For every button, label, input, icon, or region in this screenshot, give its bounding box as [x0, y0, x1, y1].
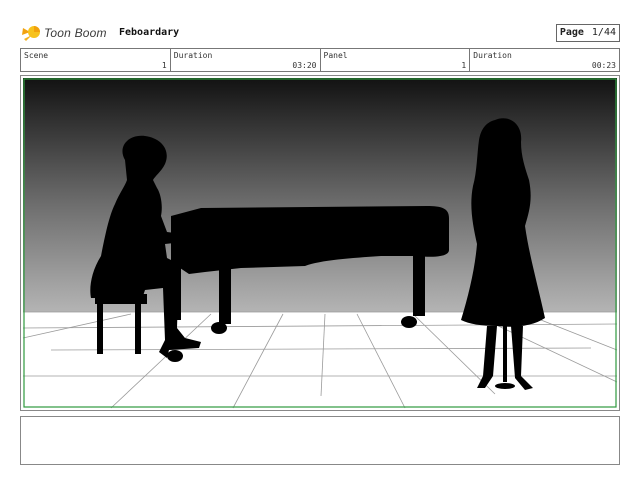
- panel-artwork: [22, 78, 618, 409]
- brand-name: Toon Boom: [44, 26, 107, 40]
- page-number: 1/44: [591, 27, 616, 38]
- page-label: Page: [559, 27, 584, 38]
- panel-info-table: Scene 1 Duration 03:20 Panel 1 Duration …: [20, 48, 620, 72]
- storyboard-panel: [20, 75, 620, 411]
- scene-duration-label: Duration: [173, 51, 213, 60]
- scene-value: 1: [161, 61, 167, 70]
- panel-value: 1: [461, 61, 467, 70]
- scene-cell: Scene 1: [21, 49, 171, 71]
- panel-duration-value: 00:23: [591, 61, 616, 70]
- scene-duration-value: 03:20: [292, 61, 317, 70]
- panel-cell: Panel 1: [321, 49, 471, 71]
- scene-label: Scene: [24, 51, 49, 60]
- sun-logo-icon: [22, 26, 40, 41]
- storyboard-header: Toon Boom Feboardary Page 1/44: [20, 22, 620, 44]
- toon-boom-logo: Toon Boom: [20, 22, 107, 44]
- project-title: Feboardary: [119, 27, 180, 38]
- panel-label: Panel: [323, 51, 348, 60]
- scene-duration-cell: Duration 03:20: [171, 49, 321, 71]
- page-indicator: Page 1/44: [555, 24, 620, 42]
- panel-notes-area[interactable]: [20, 416, 620, 465]
- panel-duration-cell: Duration 00:23: [470, 49, 619, 71]
- panel-duration-label: Duration: [473, 51, 512, 60]
